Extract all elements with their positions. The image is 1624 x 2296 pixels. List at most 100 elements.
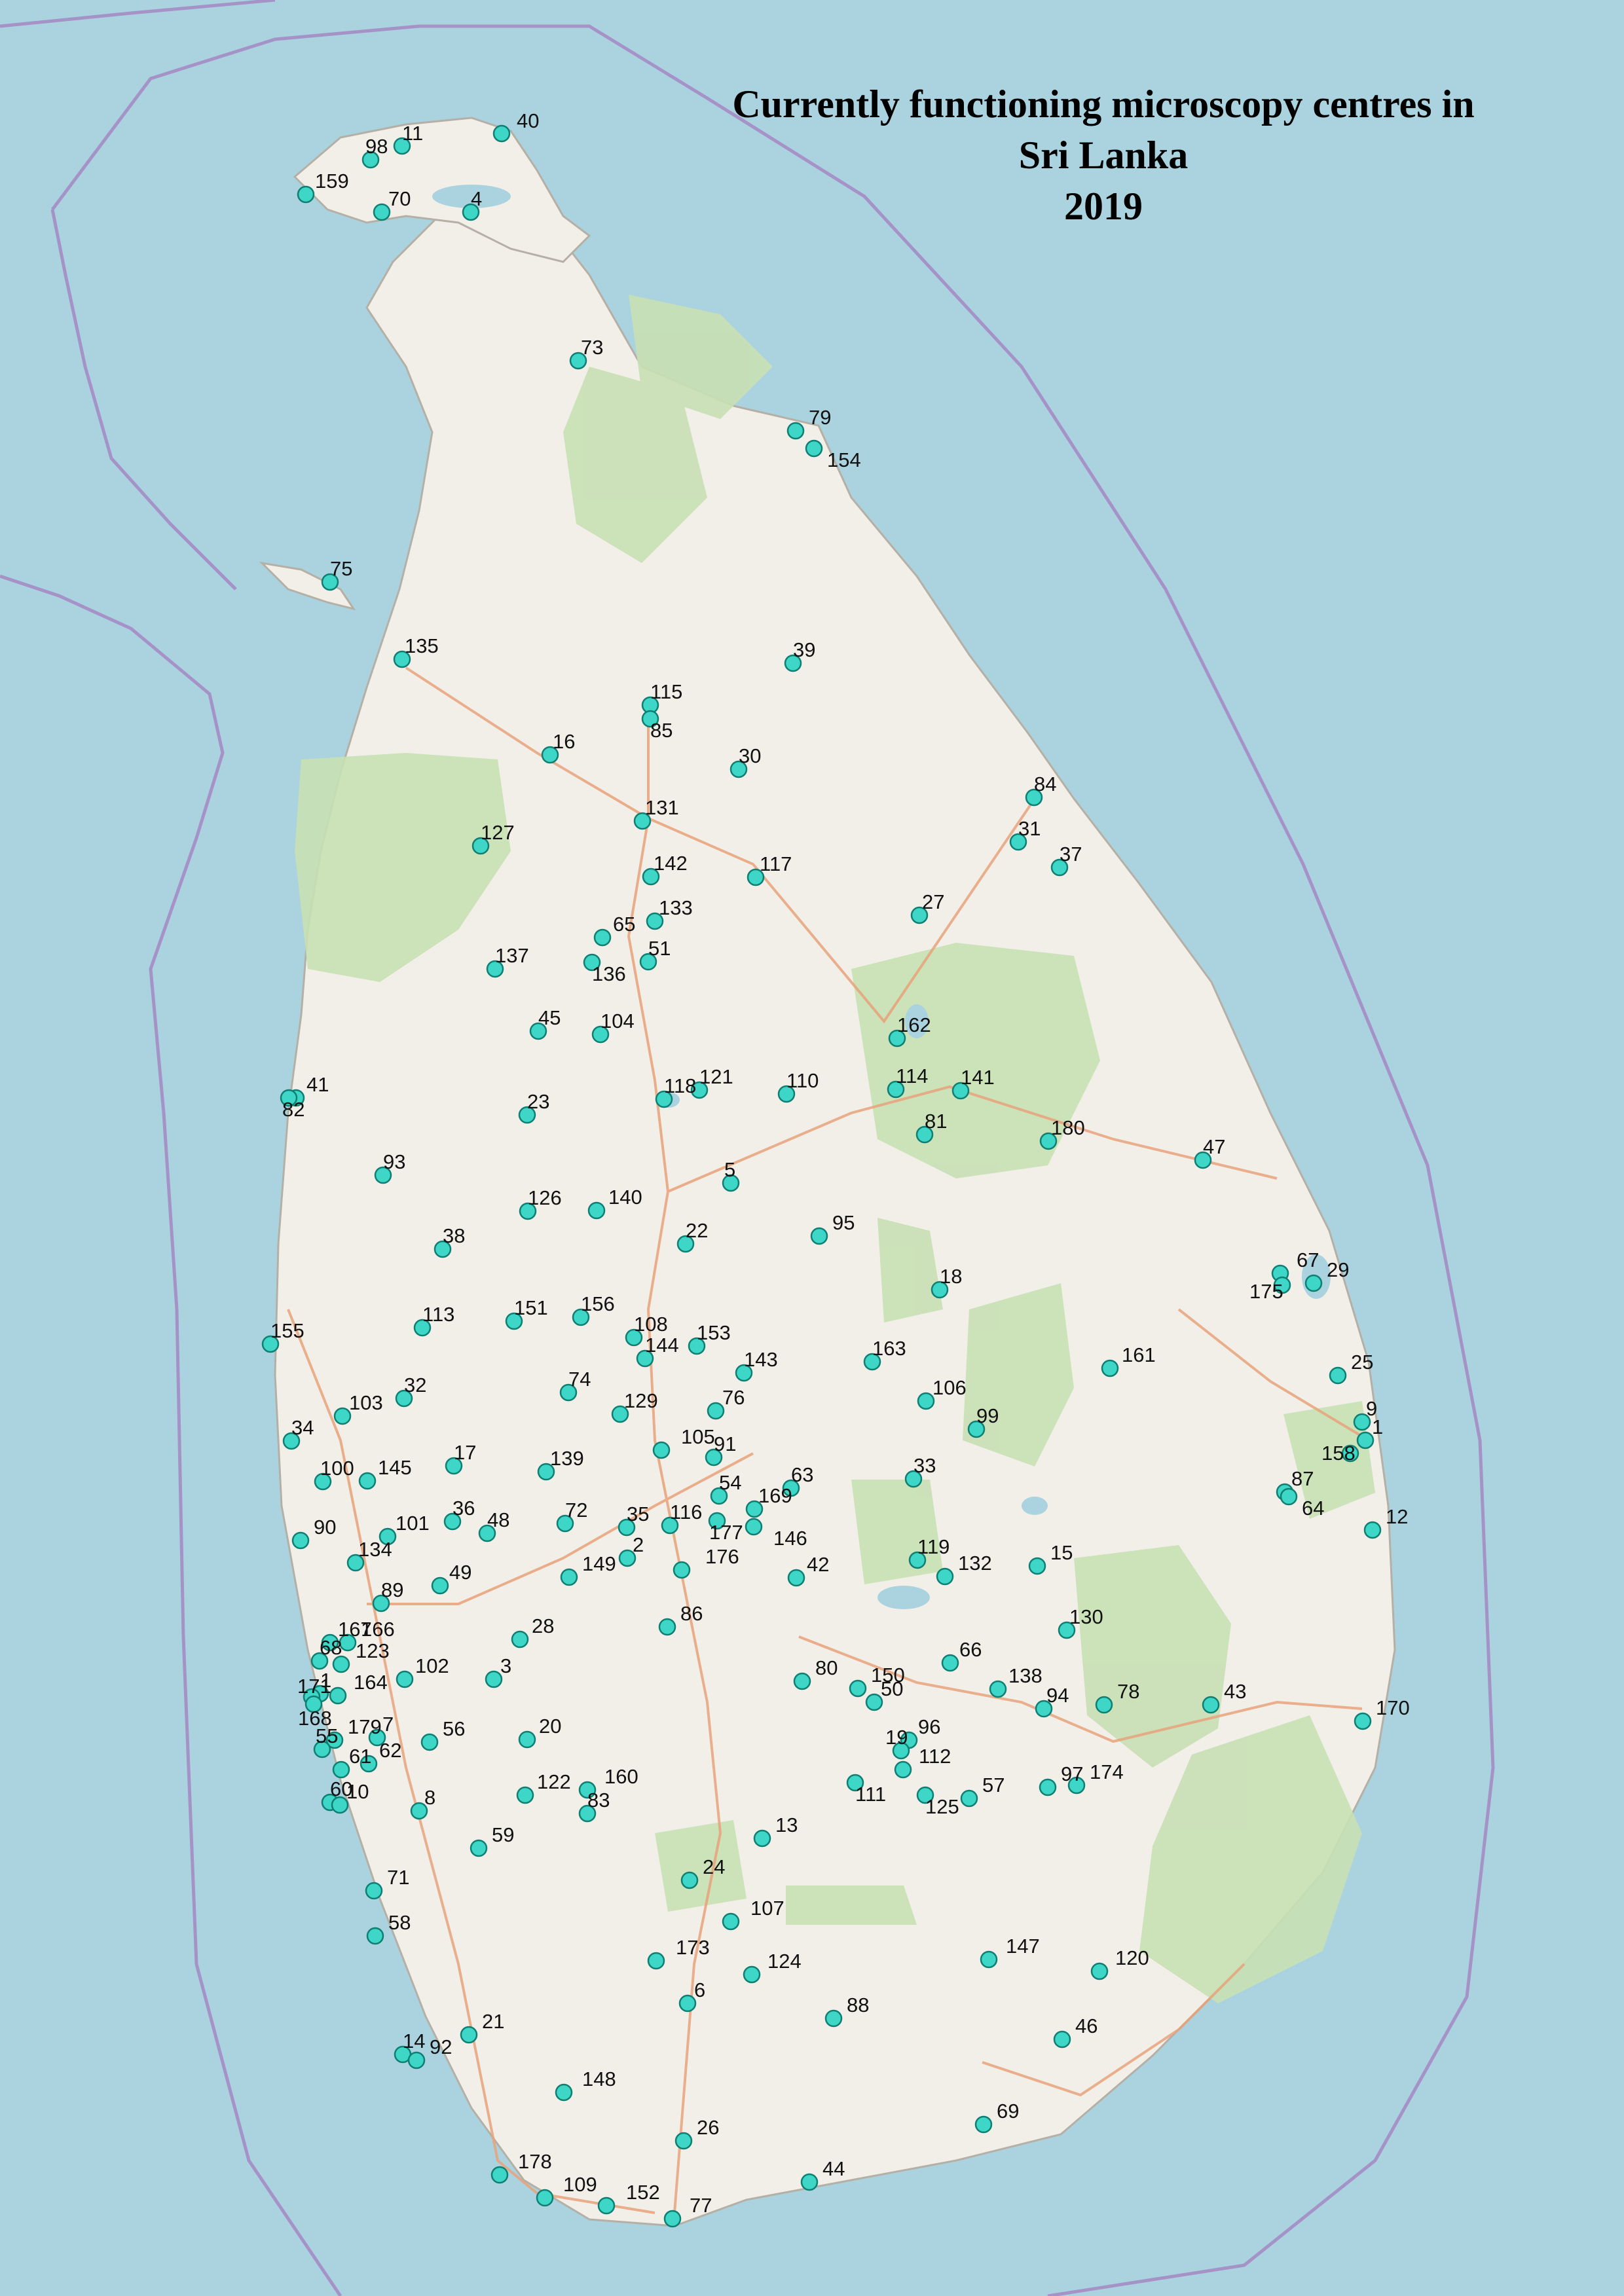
centre-label: 56 — [443, 1717, 465, 1740]
centre-label: 64 — [1302, 1497, 1324, 1520]
centre-label: 114 — [896, 1065, 928, 1087]
centre-label: 76 — [722, 1386, 745, 1409]
centre-marker — [745, 1518, 763, 1536]
centre-marker — [396, 1670, 414, 1688]
centre-marker — [1101, 1359, 1119, 1377]
centre-label: 65 — [613, 913, 635, 936]
centre-label: 143 — [744, 1348, 778, 1371]
centre-marker — [555, 2083, 573, 2102]
centre-label: 70 — [388, 187, 411, 210]
centre-marker — [1363, 1521, 1382, 1539]
centre-label: 58 — [388, 1911, 411, 1934]
centre-marker — [516, 1786, 534, 1804]
centre-label: 26 — [697, 2116, 719, 2139]
centre-label: 17 — [454, 1441, 476, 1464]
centre-label: 7 — [382, 1713, 394, 1736]
centre-label: 32 — [404, 1374, 426, 1396]
centre-marker — [1039, 1778, 1057, 1796]
centre-label: 1 — [1372, 1415, 1383, 1438]
centre-label: 107 — [750, 1897, 784, 1920]
centre-label: 66 — [959, 1638, 982, 1661]
centre-label: 153 — [697, 1321, 731, 1344]
centre-marker — [1354, 1712, 1372, 1730]
centre-label: 111 — [855, 1783, 886, 1806]
centre-label: 154 — [827, 448, 861, 471]
centre-marker — [894, 1760, 912, 1779]
centre-label: 25 — [1351, 1351, 1373, 1374]
centre-label: 42 — [807, 1553, 829, 1576]
centre-marker — [511, 1630, 529, 1649]
centre-marker — [587, 1201, 606, 1220]
centre-marker — [787, 1569, 805, 1587]
centre-marker — [1304, 1274, 1323, 1292]
centre-label: 18 — [940, 1265, 962, 1288]
centre-label: 156 — [581, 1292, 615, 1315]
centre-marker — [291, 1531, 310, 1550]
centre-label: 120 — [1115, 1946, 1149, 1969]
centre-label: 145 — [378, 1456, 412, 1479]
centre-marker — [673, 1561, 691, 1579]
centre-label: 90 — [314, 1516, 336, 1539]
centre-label: 15 — [1050, 1541, 1073, 1564]
centre-marker — [536, 2189, 554, 2207]
centre-label: 117 — [760, 852, 792, 875]
centre-label: 174 — [1090, 1760, 1124, 1783]
centre-label: 137 — [495, 944, 529, 967]
centre-label: 96 — [918, 1715, 940, 1738]
centre-label: 28 — [532, 1614, 554, 1637]
centre-marker — [597, 2196, 616, 2215]
centre-marker — [431, 1576, 449, 1595]
centre-label: 34 — [291, 1416, 314, 1439]
centre-marker — [1053, 2030, 1071, 2049]
centre-marker — [652, 1441, 671, 1459]
centre-marker — [420, 1733, 439, 1751]
title-line-1: Currently functioning microscopy centres… — [732, 82, 1475, 126]
centre-marker — [366, 1927, 384, 1945]
centre-label: 158 — [1321, 1442, 1356, 1465]
centre-label: 159 — [315, 170, 349, 192]
centre-marker — [678, 1994, 697, 2013]
centre-label: 175 — [1249, 1280, 1283, 1303]
centre-label: 16 — [553, 730, 575, 753]
centre-label: 151 — [514, 1296, 548, 1319]
centre-label: 49 — [449, 1561, 471, 1584]
centre-marker — [722, 1912, 740, 1931]
title-line-3: 2019 — [1064, 185, 1143, 228]
centre-label: 62 — [379, 1739, 401, 1762]
centre-label: 80 — [815, 1656, 838, 1679]
centre-marker — [960, 1789, 978, 1808]
centre-label: 88 — [847, 1994, 869, 2016]
centre-label: 94 — [1046, 1684, 1069, 1707]
centre-label: 170 — [1376, 1696, 1410, 1719]
centre-marker — [793, 1672, 811, 1690]
centre-label: 55 — [316, 1724, 338, 1747]
centre-label: 8 — [424, 1786, 435, 1809]
centre-label: 112 — [919, 1745, 951, 1768]
centre-label: 35 — [627, 1503, 649, 1525]
centre-label: 164 — [354, 1671, 388, 1694]
centre-label: 140 — [608, 1186, 642, 1209]
centre-label: 5 — [724, 1158, 735, 1181]
centre-label: 54 — [719, 1471, 741, 1494]
centre-label: 110 — [786, 1069, 819, 1092]
centre-marker — [365, 1882, 383, 1900]
centre-marker — [332, 1760, 350, 1779]
centre-label: 131 — [645, 796, 679, 819]
centre-label: 109 — [563, 2173, 597, 2196]
centre-marker — [1028, 1557, 1046, 1575]
centre-label: 10 — [346, 1780, 369, 1803]
centre-label: 86 — [680, 1602, 703, 1625]
centre-marker — [989, 1680, 1007, 1698]
centre-label: 67 — [1297, 1248, 1319, 1271]
centre-label: 85 — [650, 719, 673, 742]
centre-marker — [849, 1679, 867, 1698]
centre-label: 134 — [358, 1538, 392, 1561]
centre-label: 24 — [703, 1855, 725, 1878]
centre-label: 89 — [381, 1578, 403, 1601]
centre-label: 12 — [1386, 1505, 1408, 1528]
centre-label: 51 — [648, 937, 671, 960]
centre-label: 6 — [694, 1978, 705, 2001]
centre-label: 123 — [356, 1639, 390, 1662]
centre-label: 179 — [348, 1715, 382, 1738]
centre-marker — [917, 1392, 935, 1410]
